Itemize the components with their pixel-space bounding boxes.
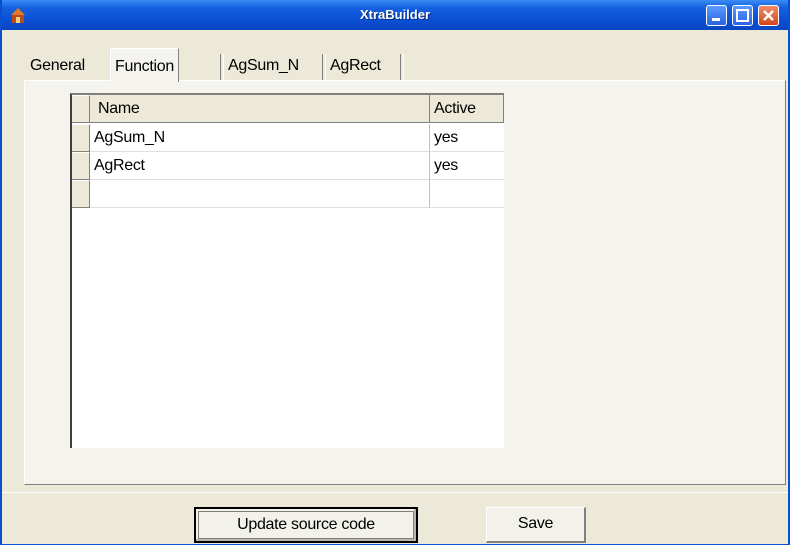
title-bar[interactable]: XtraBuilder [2,0,788,30]
tab-separator [400,54,404,80]
active-cell[interactable]: yes [430,124,504,152]
tab-separator [322,54,326,80]
row-indicator[interactable] [72,180,90,208]
tab-agrect[interactable]: AgRect [330,52,381,80]
save-button[interactable]: Save [486,507,586,543]
table-row[interactable]: AgSum_N yes [72,124,504,152]
xtrabuilder-window: XtraBuilder General Function list AgSum_… [0,0,790,545]
minimize-icon [712,18,720,21]
row-indicator[interactable] [72,124,90,152]
maximize-icon [736,9,749,22]
column-header-active[interactable]: Active [430,95,504,123]
window-title: XtraBuilder [359,7,431,22]
header-indicator-cell [72,95,90,123]
minimize-button[interactable] [706,5,727,26]
name-cell[interactable] [90,180,430,208]
column-header-name[interactable]: Name [90,95,430,123]
table-row-new[interactable] [72,180,504,208]
update-source-code-button[interactable]: Update source code [194,507,418,543]
row-indicator[interactable] [72,152,90,180]
active-cell[interactable]: yes [430,152,504,180]
tab-separator [220,54,224,80]
tab-general[interactable]: General [30,52,85,80]
function-grid[interactable]: Name Active AgSum_N yes AgRect yes [70,93,504,448]
tab-agsum-n[interactable]: AgSum_N [228,52,299,80]
maximize-button[interactable] [732,5,753,26]
tab-function-list[interactable]: Function list [110,48,179,111]
grid-header-row: Name Active [72,95,504,123]
name-cell[interactable]: AgRect [90,152,430,180]
name-cell[interactable]: AgSum_N [90,124,430,152]
close-button[interactable] [758,5,779,26]
table-row[interactable]: AgRect yes [72,152,504,180]
active-cell[interactable] [430,180,504,208]
close-icon [763,10,774,21]
